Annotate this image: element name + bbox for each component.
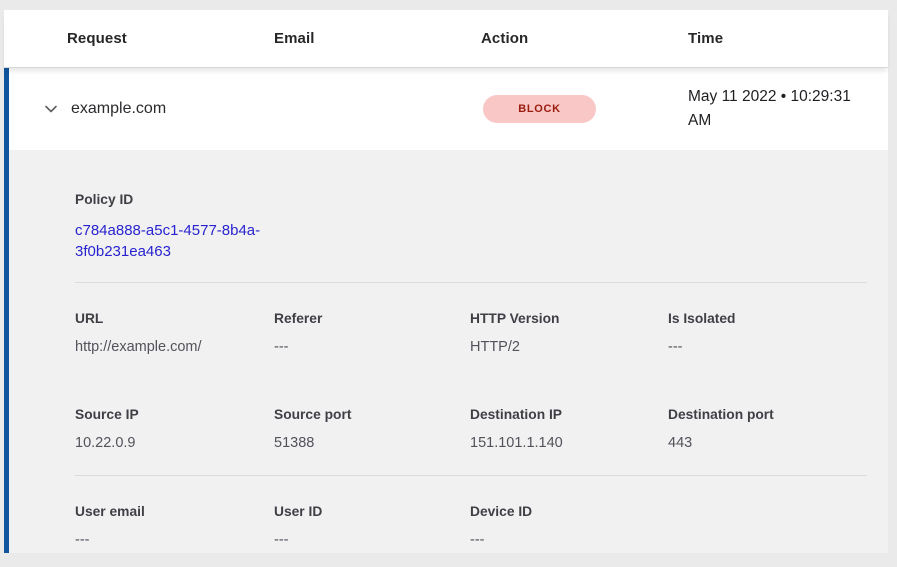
request-domain: example.com (71, 100, 166, 118)
field-value: --- (75, 530, 274, 550)
field-value: http://example.com/ (75, 337, 274, 357)
policy-id-link[interactable]: c784a888-a5c1-4577-8b4a-3f0b231ea463 (75, 220, 280, 262)
field-user-email: User email --- (75, 502, 274, 550)
detail-fields-row-2: Source IP 10.22.0.9 Source port 51388 De… (75, 405, 867, 453)
field-value: 10.22.0.9 (75, 433, 274, 453)
time-cell: May 11 2022 • 10:29:31 AM (688, 85, 884, 133)
field-label: URL (75, 309, 274, 329)
field-source-ip: Source IP 10.22.0.9 (75, 405, 274, 453)
section-divider (75, 475, 867, 476)
field-label: Destination port (668, 405, 867, 425)
request-cell: example.com (9, 100, 274, 118)
policy-id-section: Policy ID c784a888-a5c1-4577-8b4a-3f0b23… (75, 190, 867, 262)
field-label: User email (75, 502, 274, 522)
block-action-badge: BLOCK (483, 95, 596, 123)
field-url: URL http://example.com/ (75, 309, 274, 357)
field-value: --- (470, 530, 668, 550)
field-label: User ID (274, 502, 470, 522)
column-header-time: Time (688, 30, 888, 47)
log-detail-panel: Policy ID c784a888-a5c1-4577-8b4a-3f0b23… (4, 150, 888, 553)
field-value: 51388 (274, 433, 470, 453)
field-value: --- (274, 337, 470, 357)
field-label: Device ID (470, 502, 668, 522)
field-destination-ip: Destination IP 151.101.1.140 (470, 405, 668, 453)
field-label: Is Isolated (668, 309, 867, 329)
field-source-port: Source port 51388 (274, 405, 470, 453)
field-is-isolated: Is Isolated --- (668, 309, 867, 357)
field-http-version: HTTP Version HTTP/2 (470, 309, 668, 357)
field-device-id: Device ID --- (470, 502, 668, 550)
field-value: HTTP/2 (470, 337, 668, 357)
field-referer: Referer --- (274, 309, 470, 357)
detail-fields-row-3: User email --- User ID --- Device ID --- (75, 502, 867, 550)
log-row-example-com[interactable]: example.com BLOCK May 11 2022 • 10:29:31… (4, 68, 888, 150)
field-label: Source IP (75, 405, 274, 425)
field-value: 151.101.1.140 (470, 433, 668, 453)
field-value: 443 (668, 433, 867, 453)
policy-id-label: Policy ID (75, 190, 867, 210)
log-table-header: Request Email Action Time (4, 10, 888, 68)
action-cell: BLOCK (481, 95, 688, 123)
field-label: Source port (274, 405, 470, 425)
section-divider (75, 282, 867, 283)
field-destination-port: Destination port 443 (668, 405, 867, 453)
field-value: --- (274, 530, 470, 550)
request-log-page: Request Email Action Time example.com BL… (0, 0, 897, 567)
field-user-id: User ID --- (274, 502, 470, 550)
row-spacer (75, 357, 867, 405)
chevron-down-icon[interactable] (42, 101, 59, 118)
field-label: Referer (274, 309, 470, 329)
field-label: HTTP Version (470, 309, 668, 329)
field-label: Destination IP (470, 405, 668, 425)
field-value: --- (668, 337, 867, 357)
detail-fields-row-1: URL http://example.com/ Referer --- HTTP… (75, 309, 867, 357)
column-header-email: Email (274, 30, 481, 47)
column-header-request: Request (4, 30, 274, 47)
field-empty (668, 502, 867, 550)
column-header-action: Action (481, 30, 688, 47)
